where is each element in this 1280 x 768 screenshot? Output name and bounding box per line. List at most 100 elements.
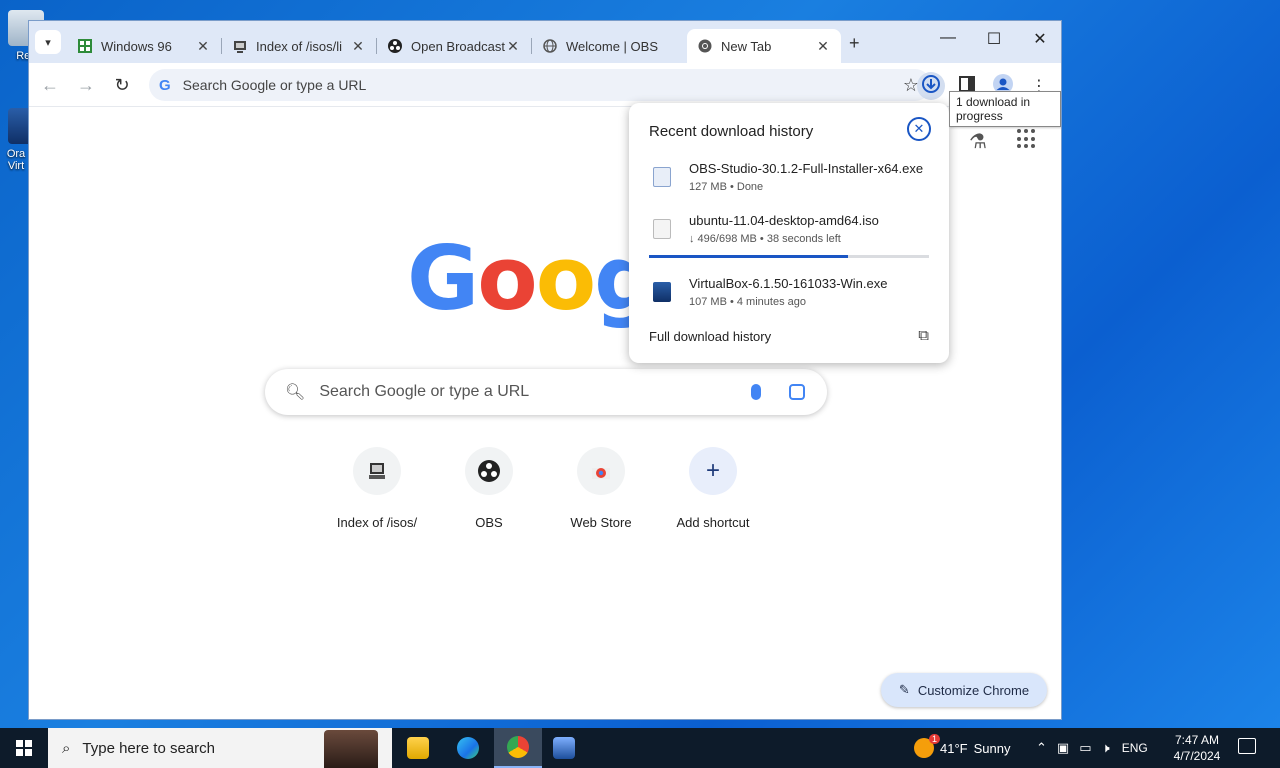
- exe-file-icon: [653, 167, 671, 187]
- virtualbox-icon: [553, 737, 575, 759]
- minimize-button[interactable]: —: [933, 29, 963, 47]
- download-item[interactable]: ubuntu-11.04-desktop-amd64.iso ↓ 496/698…: [649, 213, 933, 253]
- back-button[interactable]: ←: [39, 75, 61, 96]
- download-item[interactable]: VirtualBox-6.1.50-161033-Win.exe 107 MB …: [649, 276, 933, 316]
- tab-title: Windows 96: [101, 38, 172, 54]
- download-status: ↓ 496/698 MB • 38 seconds left: [689, 233, 841, 245]
- download-icon: [922, 74, 940, 98]
- tab-search-button[interactable]: ▾: [35, 30, 61, 54]
- shortcut-label: Index of /isos/: [336, 515, 418, 530]
- close-icon[interactable]: ✕: [815, 38, 831, 55]
- tab-title: New Tab: [721, 38, 772, 54]
- download-progress-bar: [649, 255, 929, 258]
- chrome-icon: [507, 736, 529, 758]
- notification-center-icon[interactable]: [1238, 738, 1256, 754]
- customize-chrome-label: Customize Chrome: [917, 682, 1030, 698]
- download-filename: VirtualBox-6.1.50-161033-Win.exe: [689, 276, 888, 291]
- weather-badge: 1: [928, 734, 940, 744]
- download-panel: Recent download history ✕ OBS-Studio-30.…: [629, 103, 949, 363]
- edge-icon: [457, 737, 479, 759]
- language-indicator[interactable]: ENG: [1122, 741, 1148, 755]
- windows96-icon: [77, 38, 93, 54]
- chrome-icon: [697, 38, 713, 54]
- close-icon[interactable]: ✕: [505, 38, 521, 55]
- clock-time: 7:47 AM: [1174, 733, 1220, 747]
- shortcut-add[interactable]: + Add shortcut: [657, 447, 769, 530]
- tab-index-isos[interactable]: Index of /isos/li ✕: [222, 29, 376, 63]
- chevron-up-icon[interactable]: ⌃: [1036, 740, 1047, 756]
- taskbar-search-box[interactable]: ⌕ Type here to search: [48, 728, 392, 768]
- plus-icon: +: [689, 447, 737, 495]
- omnibox-placeholder: Search Google or type a URL: [182, 77, 367, 93]
- download-filename: OBS-Studio-30.1.2-Full-Installer-x64.exe: [689, 161, 924, 176]
- desktop-icon-label: Ora Virt: [6, 148, 26, 172]
- server-icon: [353, 447, 401, 495]
- weather-temp: 41°F: [940, 740, 968, 756]
- close-window-button[interactable]: ✕: [1025, 29, 1055, 49]
- taskbar-chrome[interactable]: [494, 728, 542, 768]
- taskbar: ⌕ Type here to search 1 41°F Sunny ⌃ ▣ ▭…: [0, 728, 1280, 768]
- taskbar-file-explorer[interactable]: [394, 728, 442, 768]
- google-apps-icon[interactable]: [1017, 129, 1037, 149]
- tab-welcome-obs[interactable]: Welcome | OBS: [532, 29, 686, 63]
- microphone-icon[interactable]: [751, 384, 761, 400]
- ntp-search-placeholder: Search Google or type a URL: [319, 383, 530, 400]
- virtualbox-icon: [653, 282, 671, 302]
- volume-muted-icon[interactable]: 🕨︎: [1102, 740, 1110, 756]
- browser-toolbar: ← → ↻ G Search Google or type a URL ☆ ⋮: [29, 63, 1061, 107]
- omnibox[interactable]: G Search Google or type a URL ☆: [149, 69, 931, 101]
- close-download-panel-button[interactable]: ✕: [907, 117, 931, 141]
- chrome-webstore-icon: [577, 447, 625, 495]
- tab-open-broadcast[interactable]: Open Broadcast ✕: [377, 29, 531, 63]
- close-icon[interactable]: ✕: [350, 38, 366, 55]
- download-filename: ubuntu-11.04-desktop-amd64.iso: [689, 213, 879, 228]
- full-download-history-link[interactable]: Full download history ⧉: [649, 327, 929, 344]
- weather-widget[interactable]: 1 41°F Sunny: [914, 728, 1010, 768]
- globe-icon: [542, 38, 558, 54]
- shortcut-obs[interactable]: OBS: [433, 447, 545, 530]
- shortcuts-row: Index of /isos/ OBS Web Store + Add shor…: [321, 447, 769, 530]
- reload-button[interactable]: ↻: [111, 75, 133, 96]
- new-tab-button[interactable]: +: [849, 33, 860, 54]
- download-status: 127 MB • Done: [689, 181, 764, 193]
- chrome-labs-icon[interactable]: ⚗: [969, 129, 987, 154]
- search-highlight-image: [324, 730, 378, 768]
- sun-icon: 1: [914, 734, 940, 758]
- taskbar-virtualbox[interactable]: [540, 728, 588, 768]
- network-icon[interactable]: ▭: [1079, 740, 1091, 756]
- download-item[interactable]: OBS-Studio-30.1.2-Full-Installer-x64.exe…: [649, 161, 933, 201]
- google-g-icon: G: [159, 76, 171, 94]
- downloads-tooltip: 1 download in progress: [949, 91, 1061, 127]
- logo-letter: o: [477, 227, 537, 330]
- file-icon: [653, 219, 671, 239]
- search-icon: ⌕: [62, 739, 71, 757]
- google-lens-icon[interactable]: [789, 384, 805, 400]
- shortcut-label: Add shortcut: [676, 515, 750, 530]
- taskbar-edge[interactable]: [444, 728, 492, 768]
- obs-icon: [465, 447, 513, 495]
- tab-strip: ▾ Windows 96 ✕ Index of /isos/li ✕ Open …: [29, 21, 1061, 63]
- windows-logo-icon: [16, 740, 32, 756]
- system-tray: ⌃ ▣ ▭ 🕨︎ ENG: [1036, 728, 1148, 768]
- shortcut-label: Web Store: [570, 515, 632, 530]
- close-icon[interactable]: ✕: [195, 38, 211, 55]
- taskbar-clock[interactable]: 7:47 AM 4/7/2024: [1166, 732, 1228, 764]
- download-panel-title: Recent download history: [649, 123, 814, 140]
- arrow-left-icon: ←: [41, 75, 59, 95]
- maximize-button[interactable]: ☐: [979, 29, 1009, 49]
- shortcut-web-store[interactable]: Web Store: [545, 447, 657, 530]
- tab-new-tab[interactable]: New Tab ✕: [687, 29, 841, 63]
- full-download-history-label: Full download history: [649, 329, 772, 344]
- start-button[interactable]: [0, 728, 48, 768]
- reload-icon: ↻: [114, 75, 130, 95]
- downloads-button[interactable]: [917, 72, 945, 100]
- forward-button[interactable]: →: [75, 75, 97, 96]
- ntp-search-box[interactable]: 🔍︎ Search Google or type a URL: [265, 369, 827, 415]
- customize-chrome-button[interactable]: ✎ Customize Chrome: [881, 673, 1047, 707]
- shortcut-index-isos[interactable]: Index of /isos/: [321, 447, 433, 530]
- open-external-icon: ⧉: [918, 327, 929, 344]
- tab-windows96[interactable]: Windows 96 ✕: [67, 29, 221, 63]
- clock-date: 4/7/2024: [1173, 749, 1221, 763]
- download-status: 107 MB • 4 minutes ago: [689, 296, 806, 308]
- meet-now-icon[interactable]: ▣: [1057, 740, 1069, 756]
